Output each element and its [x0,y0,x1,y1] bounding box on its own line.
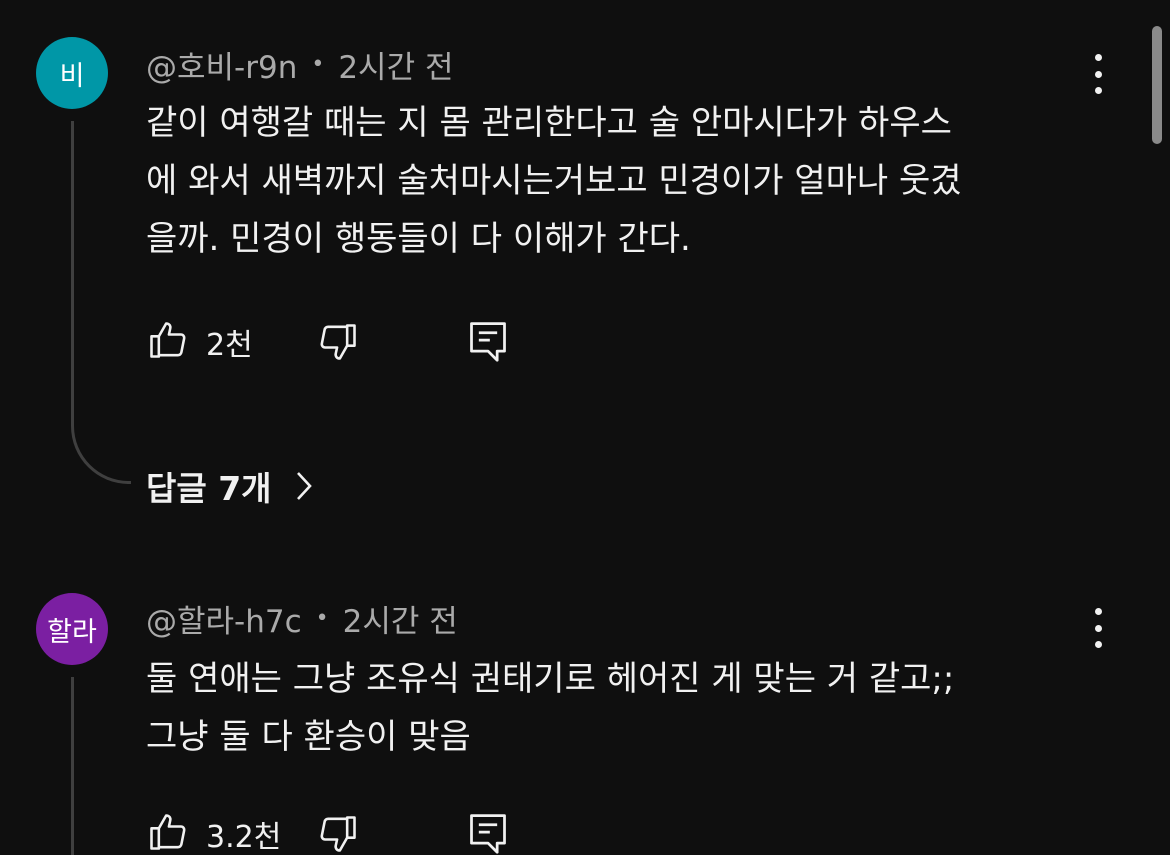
reply-comment-icon[interactable] [466,318,510,364]
avatar[interactable]: 비 [36,37,108,109]
thumb-up-icon[interactable] [146,810,190,854]
comment-actions: 3.2천 [146,810,546,855]
thread-line [71,677,74,855]
scrollbar[interactable] [1152,26,1162,144]
comment-actions: 2천 [146,318,546,364]
comment-meta: @할라-h7c • 2시간 전 [146,596,458,641]
more-vert-icon[interactable] [1082,608,1114,648]
comments-page: 비 @호비-r9n • 2시간 전 같이 여행갈 때는 지 몸 관리한다고 술 … [0,0,1170,855]
comment-meta: @호비-r9n • 2시간 전 [146,42,453,87]
comment-time: 2시간 전 [342,604,458,640]
like-count: 3.2천 [206,820,282,855]
thumb-down-icon[interactable] [316,812,360,855]
avatar[interactable]: 할라 [36,593,108,665]
thread-connector [71,414,131,484]
author-name[interactable]: @호비-r9n [146,42,297,87]
thumb-up-icon[interactable] [146,318,190,362]
reply-comment-icon[interactable] [466,810,510,855]
author-name[interactable]: @할라-h7c [146,596,302,641]
thumb-down-icon[interactable] [316,320,360,364]
replies-label: 답글 7개 [146,469,272,508]
meta-separator: • [311,52,325,77]
like-count: 2천 [206,328,253,363]
more-vert-icon[interactable] [1082,54,1114,94]
chevron-right-icon [296,472,312,500]
comment-time: 2시간 전 [338,50,454,86]
view-replies-button[interactable]: 답글 7개 [146,462,314,510]
comment-text: 같이 여행갈 때는 지 몸 관리한다고 술 안마시다가 하우스 에 와서 새벽까… [146,103,962,259]
meta-separator: • [315,606,329,631]
comment-text: 둘 연애는 그냥 조유식 권태기로 헤어진 게 맞는 거 같고;; 그냥 둘 다… [146,659,955,757]
thread-line [71,121,74,421]
